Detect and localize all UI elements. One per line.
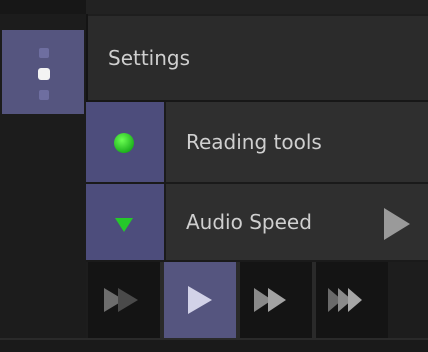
- menu-dots-icon: [2, 30, 84, 114]
- speed-slow-button[interactable]: [88, 262, 164, 338]
- settings-row[interactable]: Settings: [88, 16, 428, 102]
- speed-fast-button[interactable]: [240, 262, 316, 338]
- play-icon[interactable]: [384, 208, 410, 240]
- reading-tools-label: Reading tools: [186, 130, 322, 154]
- settings-label: Settings: [108, 46, 191, 70]
- menu-toggle-button[interactable]: [2, 30, 84, 114]
- green-dot-icon: [114, 133, 134, 153]
- top-strip: [0, 0, 428, 14]
- left-sidebar: [0, 14, 88, 350]
- speed-controls: [86, 262, 428, 338]
- speed-faster-button[interactable]: [316, 262, 388, 338]
- green-triangle-down-icon: [115, 218, 133, 232]
- audio-speed-label: Audio Speed: [186, 210, 312, 234]
- reading-tools-row[interactable]: Reading tools: [86, 102, 428, 184]
- speed-normal-button[interactable]: [164, 262, 240, 338]
- audio-speed-toggle[interactable]: [86, 184, 166, 260]
- audio-speed-row[interactable]: Audio Speed: [86, 184, 428, 262]
- reading-tools-toggle[interactable]: [86, 102, 166, 182]
- play-icon: [188, 286, 212, 314]
